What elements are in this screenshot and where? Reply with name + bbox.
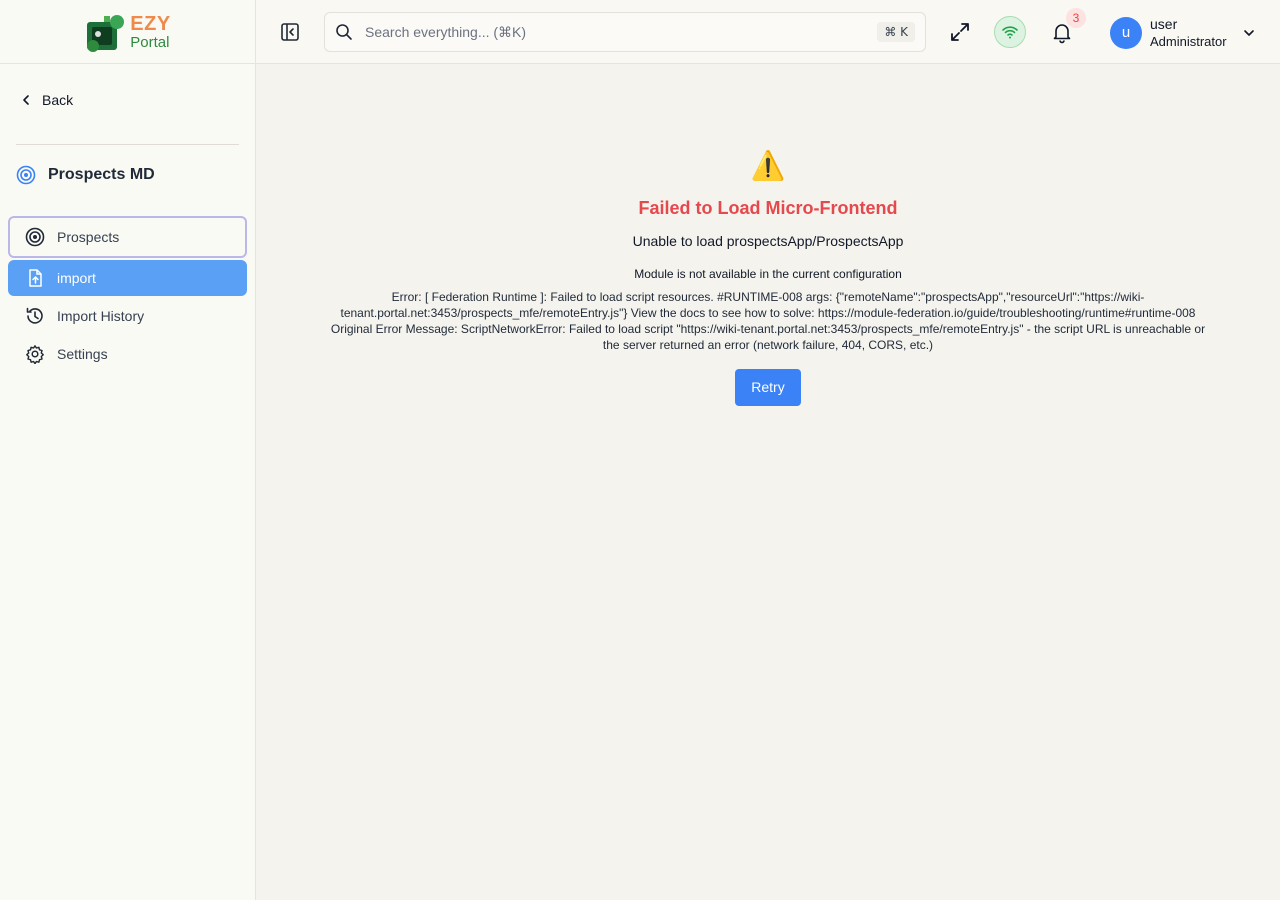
expand-icon — [951, 23, 969, 41]
sidebar-item-import-history[interactable]: Import History — [8, 298, 247, 334]
sidebar-item-label: Import History — [57, 308, 145, 324]
error-subtitle: Unable to load prospectsApp/ProspectsApp — [632, 233, 904, 249]
sidebar-item-label: import — [57, 270, 96, 286]
sidebar-toggle-button[interactable] — [278, 20, 302, 44]
error-detail: Error: [ Federation Runtime ]: Failed to… — [330, 290, 1206, 352]
panel-left-icon — [281, 23, 299, 41]
user-role: Administrator — [1150, 33, 1227, 49]
logo-area: EZY Portal — [0, 0, 255, 64]
sidebar-item-prospects[interactable]: Prospects — [8, 216, 247, 258]
puzzle-logo-icon — [87, 14, 125, 52]
module-title: Prospects MD — [16, 165, 155, 185]
error-module-message: Module is not available in the current c… — [634, 267, 902, 281]
sidebar-item-label: Prospects — [57, 229, 120, 245]
history-icon — [25, 306, 45, 326]
gear-icon — [25, 344, 45, 364]
connection-status-button[interactable] — [994, 16, 1026, 48]
chevron-down-icon — [1243, 30, 1254, 36]
target-icon — [25, 227, 45, 247]
back-label: Back — [42, 92, 74, 108]
warning-icon: ⚠️ — [750, 150, 786, 181]
error-panel: ⚠️ Failed to Load Micro-Frontend Unable … — [256, 148, 1280, 406]
top-header: ⌘ K 3 u user Administrator — [256, 0, 1280, 64]
module-title-label: Prospects MD — [48, 166, 155, 183]
notification-count-badge: 3 — [1066, 8, 1086, 28]
sidebar-item-label: Settings — [57, 346, 108, 362]
fullscreen-button[interactable] — [948, 20, 972, 44]
target-icon — [16, 165, 36, 185]
chevron-left-icon — [23, 95, 29, 105]
search-input[interactable] — [365, 24, 865, 40]
search-bar[interactable]: ⌘ K — [324, 12, 926, 52]
sidebar-item-import[interactable]: import — [8, 260, 247, 296]
logo-portal: Portal — [130, 33, 170, 51]
logo-text: EZY Portal — [130, 14, 170, 50]
main-content: ⚠️ Failed to Load Micro-Frontend Unable … — [256, 64, 1280, 900]
app-logo[interactable]: EZY Portal — [84, 12, 170, 52]
back-button[interactable]: Back — [20, 92, 73, 108]
sidebar: EZY Portal Back Prospects MD Prospects i… — [0, 0, 256, 900]
sidebar-nav: Prospects import Import History Settings — [8, 216, 247, 374]
sidebar-divider — [16, 144, 239, 145]
user-menu[interactable]: u user Administrator — [1110, 16, 1255, 50]
retry-button[interactable]: Retry — [735, 369, 801, 406]
search-shortcut-hint: ⌘ K — [877, 22, 915, 42]
sidebar-item-settings[interactable]: Settings — [8, 336, 247, 372]
search-icon — [336, 24, 352, 40]
file-upload-icon — [25, 268, 45, 288]
user-name: user — [1150, 16, 1178, 32]
user-info: user Administrator — [1150, 16, 1227, 50]
wifi-icon — [1002, 26, 1018, 39]
error-title: Failed to Load Micro-Frontend — [638, 198, 898, 218]
avatar: u — [1110, 16, 1142, 49]
logo-ezy: EZY — [130, 12, 171, 35]
